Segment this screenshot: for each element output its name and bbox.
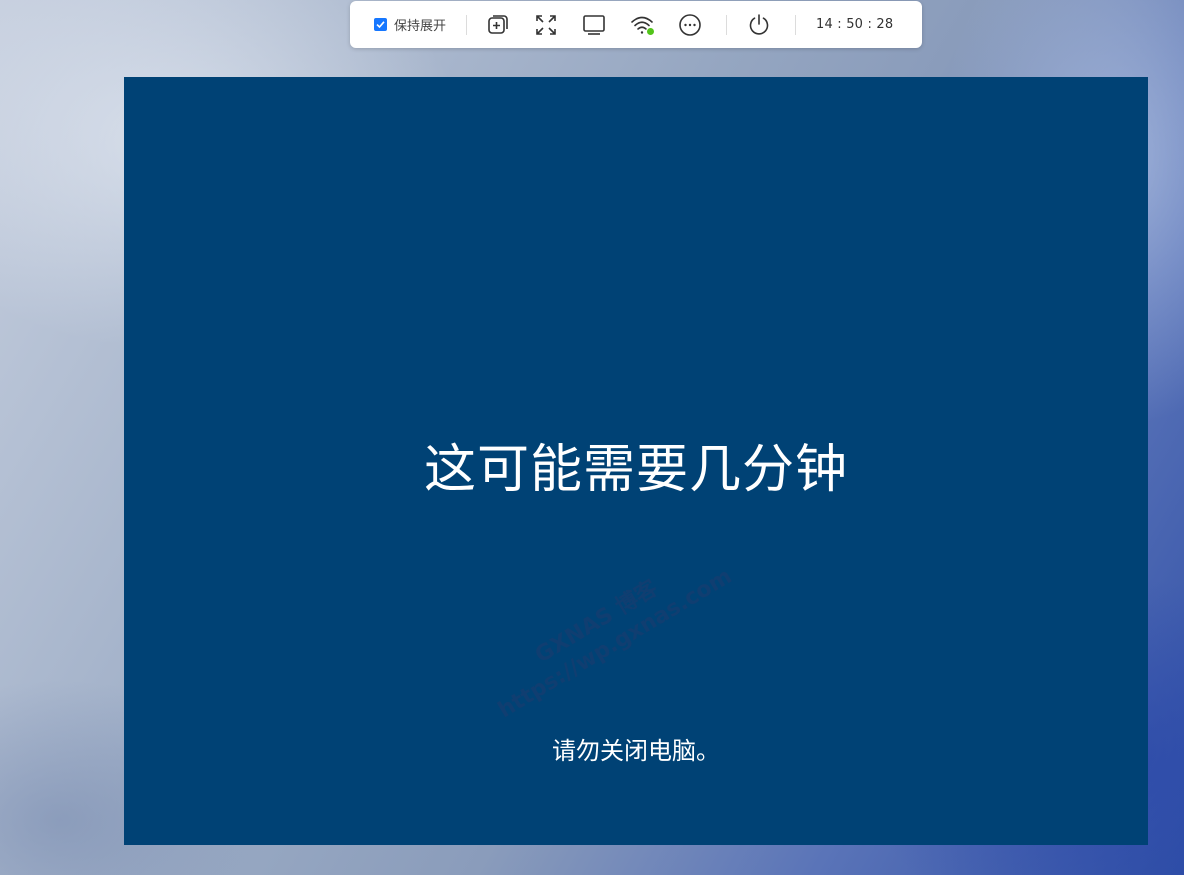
add-window-icon xyxy=(486,13,510,37)
more-button[interactable] xyxy=(676,11,704,39)
toolbar-divider xyxy=(795,14,797,35)
display-button[interactable] xyxy=(580,11,608,39)
connection-status-dot xyxy=(646,26,656,36)
keep-expanded-checkbox[interactable] xyxy=(374,18,387,31)
display-icon xyxy=(582,13,606,37)
keep-expanded-toggle[interactable]: 保持展开 xyxy=(374,15,446,34)
watermark: GXNAS 博客 https://wp.gxnas.com xyxy=(479,539,737,724)
power-icon xyxy=(747,13,771,37)
add-window-button[interactable] xyxy=(484,11,512,39)
setup-progress-message: 这可能需要几分钟 xyxy=(423,440,848,500)
do-not-turn-off-message: 请勿关闭电脑。 xyxy=(552,737,720,765)
fullscreen-icon xyxy=(534,13,558,37)
remote-toolbar: 保持展开 14: 50: 28 xyxy=(350,1,922,48)
toolbar-divider xyxy=(726,14,728,35)
watermark-url: https://wp.gxnas.com xyxy=(493,563,737,723)
toolbar-divider xyxy=(466,14,468,35)
more-icon xyxy=(678,13,702,37)
session-clock: 14 : 50 : 28 xyxy=(816,17,894,32)
fullscreen-button[interactable] xyxy=(532,11,560,39)
remote-desktop-screen[interactable]: 这可能需要几分钟 GXNAS 博客 https://wp.gxnas.com 请… xyxy=(124,77,1148,845)
network-button[interactable] xyxy=(628,11,656,39)
keep-expanded-label: 保持展开 xyxy=(394,19,447,34)
power-button[interactable] xyxy=(745,11,773,39)
